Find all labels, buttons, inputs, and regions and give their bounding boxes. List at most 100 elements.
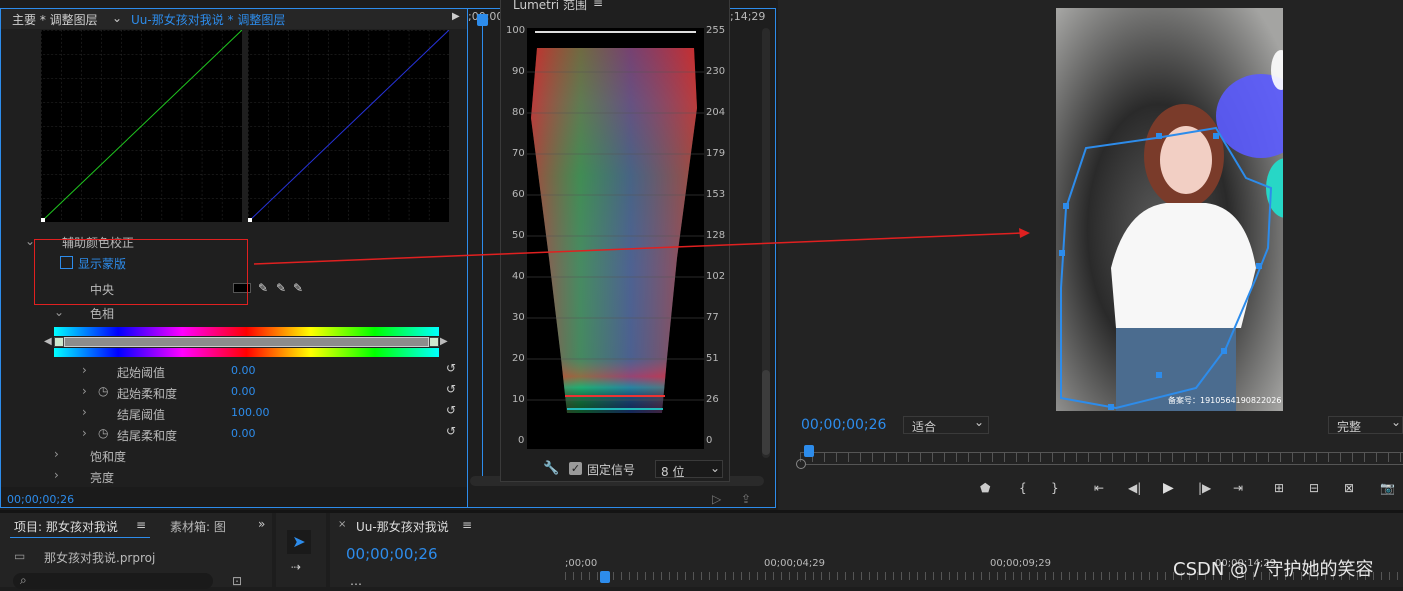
go-to-out-icon[interactable]: ⇥ — [1233, 481, 1243, 495]
param-value[interactable]: 100.00 — [231, 406, 270, 419]
annotation-highlight-box — [34, 239, 248, 305]
panel-menu-icon[interactable]: ≡ — [462, 518, 472, 532]
zoom-scroll-track[interactable] — [806, 464, 1403, 465]
expand-arrow-icon[interactable]: › — [82, 426, 87, 440]
eyedropper-icon[interactable]: ✎ — [258, 281, 268, 295]
bit-depth-select[interactable]: 8 位 ⌄ — [655, 460, 723, 479]
quality-select[interactable]: 完整 ⌄ — [1328, 415, 1403, 434]
more-panels-icon[interactable]: » — [258, 517, 265, 531]
scope-tick-left: 10 — [512, 394, 525, 405]
scope-tick-right: 0 — [706, 435, 713, 446]
hue-spectrum-bottom — [54, 348, 439, 357]
mark-in-icon[interactable]: { — [1019, 481, 1027, 495]
param-label: 起始阈值 — [117, 366, 166, 380]
close-icon[interactable]: × — [338, 519, 346, 530]
param-value[interactable]: 0.00 — [231, 385, 256, 398]
scope-tick-right: 230 — [706, 66, 726, 77]
program-playhead[interactable] — [804, 445, 814, 457]
brightness-label[interactable]: 亮度 — [90, 469, 114, 486]
ruler-label: 00;00;09;29 — [990, 558, 1052, 569]
sequence-name[interactable]: Uu-那女孩对我说 — [356, 518, 449, 535]
step-forward-icon[interactable]: |▶ — [1198, 481, 1211, 495]
tab-project-underline — [10, 537, 150, 538]
wrench-icon[interactable]: 🔧 — [543, 461, 559, 476]
fit-select[interactable]: 适合 ⌄ — [903, 415, 989, 434]
scrollbar-thumb[interactable] — [762, 370, 770, 455]
scope-tick-right: 153 — [706, 189, 726, 200]
tab-clip[interactable]: Uu-那女孩对我说 * 调整图层 — [131, 11, 285, 28]
param-label: 结尾阈值 — [117, 408, 166, 422]
track-select-tool-icon[interactable]: ⇢ — [291, 560, 301, 574]
tab-main[interactable]: 主要 * 调整图层 — [12, 11, 98, 28]
play-to-icon[interactable]: ▷ — [712, 492, 721, 506]
hue-right-triangle-icon[interactable]: ▶ — [440, 336, 448, 347]
sequence-timecode[interactable]: 00;00;00;26 — [346, 545, 438, 563]
new-bin-icon[interactable]: ⊡ — [232, 574, 242, 588]
curve-graph-green[interactable] — [41, 30, 242, 222]
tab-project[interactable]: 项目: 那女孩对我说 — [14, 518, 118, 535]
tab-bin[interactable]: 素材箱: 图 — [170, 518, 226, 535]
snap-icon[interactable]: ⋯ — [350, 577, 362, 591]
expand-arrow-icon[interactable]: › — [82, 405, 87, 419]
expand-arrow-icon[interactable]: › — [82, 384, 87, 398]
saturation-label[interactable]: 饱和度 — [90, 448, 126, 465]
scope-tick-right: 255 — [706, 25, 726, 36]
scope-tick-right: 102 — [706, 271, 726, 282]
go-to-in-icon[interactable]: ⇤ — [1094, 481, 1104, 495]
hue-left-triangle-icon[interactable]: ◀ — [44, 336, 52, 347]
overwrite-icon[interactable]: ⊟ — [1309, 481, 1319, 495]
insert-icon[interactable]: ⊞ — [1274, 481, 1284, 495]
expand-arrow-icon[interactable]: › — [82, 363, 87, 377]
mini-playhead[interactable] — [482, 14, 483, 476]
play-arrow-icon[interactable]: ▶ — [452, 11, 460, 22]
camera-icon[interactable]: 📷 — [1380, 481, 1395, 495]
program-timecode[interactable]: 00;00;00;26 — [801, 417, 886, 433]
compare-view-icon[interactable]: ⊠ — [1344, 481, 1354, 495]
clamp-signal-label: 固定信号 — [587, 463, 636, 477]
panel-menu-icon[interactable]: ≡ — [136, 518, 146, 532]
eyedropper-add-icon[interactable]: ✎ — [276, 281, 286, 295]
ruler-label: 00;00;04;29 — [764, 558, 826, 569]
scope-tick-right: 128 — [706, 230, 726, 241]
reset-icon[interactable]: ↺ — [446, 424, 456, 438]
reset-icon[interactable]: ↺ — [446, 403, 456, 417]
param-value[interactable]: 0.00 — [231, 427, 256, 440]
chevron-down-icon[interactable]: ⌄ — [112, 11, 122, 25]
reset-icon[interactable]: ↺ — [446, 382, 456, 396]
sequence-playhead[interactable] — [600, 571, 610, 583]
ruler-label: ;00;00 — [565, 558, 598, 569]
panel-menu-icon[interactable]: ≡ — [593, 0, 603, 10]
scope-tick-left: 100 — [506, 25, 526, 36]
waveform-scope — [527, 28, 704, 449]
scope-tick-left: 90 — [512, 66, 525, 77]
play-icon[interactable]: ▶ — [1163, 480, 1174, 496]
hue-range-bar[interactable] — [64, 337, 429, 347]
project-file-name[interactable]: 那女孩对我说.prproj — [44, 549, 155, 566]
expand-arrow-icon[interactable]: › — [54, 468, 59, 482]
zoom-scroll-left-handle[interactable] — [796, 459, 806, 469]
export-icon[interactable]: ⇪ — [741, 492, 751, 506]
step-back-icon[interactable]: ◀| — [1128, 481, 1141, 495]
effect-controls-timecode[interactable]: 00;00;00;26 — [7, 493, 74, 506]
reset-icon[interactable]: ↺ — [446, 361, 456, 375]
hue-start-handle[interactable] — [54, 337, 64, 347]
mini-playhead-marker[interactable] — [477, 14, 488, 26]
scope-tick-left: 80 — [512, 107, 525, 118]
scope-tick-right: 77 — [706, 312, 719, 323]
scope-tick-left: 50 — [512, 230, 525, 241]
stopwatch-icon[interactable]: ◷ — [98, 384, 108, 398]
curve-graph-blue[interactable] — [248, 30, 449, 222]
selection-tool[interactable]: ➤ — [287, 530, 311, 554]
chevron-down-icon[interactable]: ⌄ — [54, 305, 64, 319]
mark-out-icon[interactable]: } — [1051, 481, 1059, 495]
stopwatch-icon[interactable]: ◷ — [98, 426, 108, 440]
hue-end-handle[interactable] — [429, 337, 439, 347]
eyedropper-subtract-icon[interactable]: ✎ — [293, 281, 303, 295]
program-ruler[interactable] — [800, 452, 1403, 462]
param-value[interactable]: 0.00 — [231, 364, 256, 377]
video-frame[interactable]: 备案号：1910564190822026 — [1056, 8, 1283, 411]
clamp-signal-checkbox[interactable]: ✓ — [569, 462, 582, 475]
hue-label[interactable]: 色相 — [90, 305, 114, 322]
add-marker-icon[interactable]: ⬟ — [980, 481, 990, 495]
expand-arrow-icon[interactable]: › — [54, 447, 59, 461]
